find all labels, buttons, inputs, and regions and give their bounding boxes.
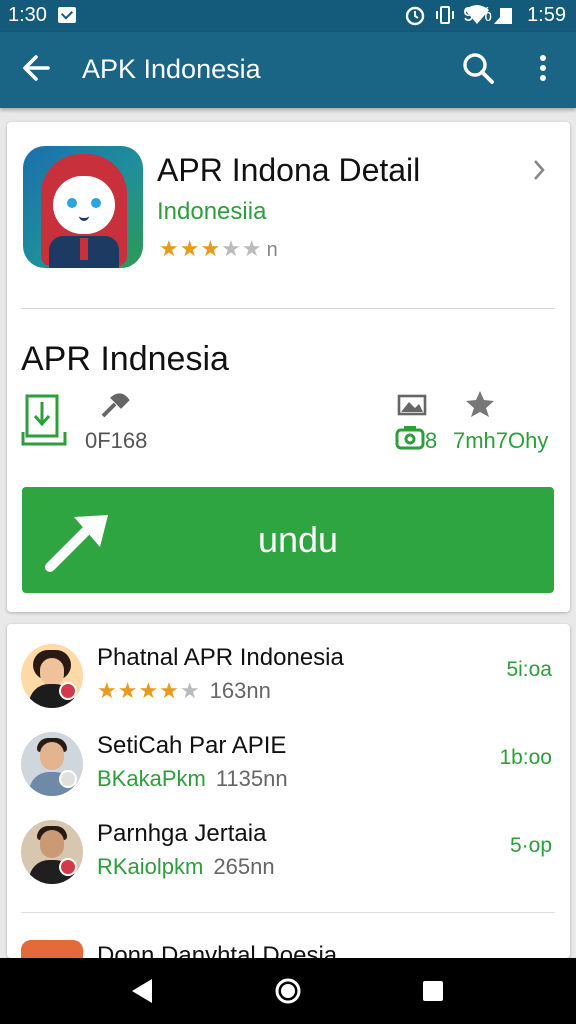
- camera-icon: [395, 426, 425, 450]
- list-item-title: Parnhga Jertaia: [97, 820, 267, 847]
- list-item-title: Donn Danvhtal Doesia: [97, 942, 338, 958]
- app-bar: APK Indonesia: [0, 32, 576, 108]
- install-button[interactable]: undu: [22, 487, 554, 593]
- app-logo-icon[interactable]: [23, 146, 143, 268]
- divider: [21, 912, 555, 913]
- image-icon: [397, 394, 427, 416]
- wrench-icon: [101, 393, 130, 418]
- meta-right-prefix: 8: [425, 428, 438, 453]
- list-item-title: SetiCah Par APIE: [97, 732, 287, 759]
- nav-back-icon[interactable]: [128, 976, 158, 1006]
- search-icon[interactable]: [460, 50, 496, 86]
- nav-home-icon[interactable]: [273, 976, 303, 1006]
- navigation-bar: [0, 958, 576, 1024]
- list-item[interactable]: Parnhga Jertaia RKaiolpkm 265nn 5·op: [7, 820, 570, 906]
- list-item-size: 1b:oo: [499, 746, 552, 769]
- list-item-sub: BKakaPkm 1135nn: [97, 766, 288, 792]
- rating-row: ★★★★★ n: [159, 236, 279, 262]
- divider: [21, 308, 555, 309]
- message-icon: [58, 7, 76, 23]
- list-item-stars: ★★★★: [97, 678, 180, 703]
- rating-count: n: [266, 239, 279, 261]
- app-name[interactable]: APR Indona Detail: [157, 152, 420, 189]
- list-item-size: 5·op: [509, 834, 552, 857]
- list-item[interactable]: Phatnal APR Indonesia ★★★★★ 163nn 5i:oa: [7, 644, 570, 730]
- alarm-icon: [405, 6, 425, 26]
- battery-icon: [500, 8, 512, 24]
- list-item-size: 5i:oa: [506, 658, 552, 681]
- list-item-publisher: RKaiolpkm: [97, 854, 204, 879]
- status-time-right: 1:59: [527, 4, 566, 26]
- star-icon: [466, 391, 494, 417]
- back-arrow-icon[interactable]: [18, 48, 58, 88]
- battery-percent: 9%: [463, 4, 492, 26]
- more-vert-icon[interactable]: [528, 50, 558, 86]
- list-item-count: 265nn: [213, 854, 275, 879]
- app-bar-title: APK Indonesia: [82, 54, 261, 84]
- list-item-publisher: BKakaPkm: [97, 766, 206, 791]
- related-apps-card: Phatnal APR Indonesia ★★★★★ 163nn 5i:oa S…: [7, 624, 570, 958]
- avatar: [21, 940, 83, 958]
- vibrate-icon: [436, 6, 454, 24]
- list-item[interactable]: SetiCah Par APIE BKakaPkm 1135nn 1b:oo: [7, 732, 570, 818]
- rating-stars-empty: ★★: [221, 236, 263, 261]
- section-heading: APR Indnesia: [21, 340, 229, 378]
- status-time-left: 1:30: [8, 4, 47, 26]
- list-item-stars-empty: ★: [179, 678, 200, 703]
- publisher-name[interactable]: Indonesiia: [157, 198, 266, 226]
- chevron-right-icon[interactable]: [527, 156, 551, 184]
- nav-recents-icon[interactable]: [418, 976, 448, 1006]
- install-button-label: undu: [257, 519, 339, 560]
- avatar: [21, 644, 83, 708]
- rating-stars: ★★★: [159, 236, 222, 261]
- list-item[interactable]: Donn Danvhtal Doesia: [7, 930, 570, 958]
- list-item-count: 163nn: [209, 678, 271, 703]
- status-bar: 1:30 9% 1:59: [0, 0, 576, 32]
- meta-left-value: 0F168: [85, 428, 148, 453]
- list-item-count: 1135nn: [215, 766, 288, 791]
- app-detail-card: APR Indona Detail Indonesiia ★★★★★ n APR …: [7, 122, 570, 612]
- list-item-title: Phatnal APR Indonesia: [97, 644, 344, 671]
- list-item-sub: ★★★★★ 163nn: [97, 678, 271, 704]
- download-icon: [21, 394, 67, 446]
- avatar: [21, 732, 83, 796]
- avatar: [21, 820, 83, 884]
- list-item-sub: RKaiolpkm 265nn: [97, 854, 275, 880]
- meta-right-value: 7mh7Ohy: [453, 428, 549, 453]
